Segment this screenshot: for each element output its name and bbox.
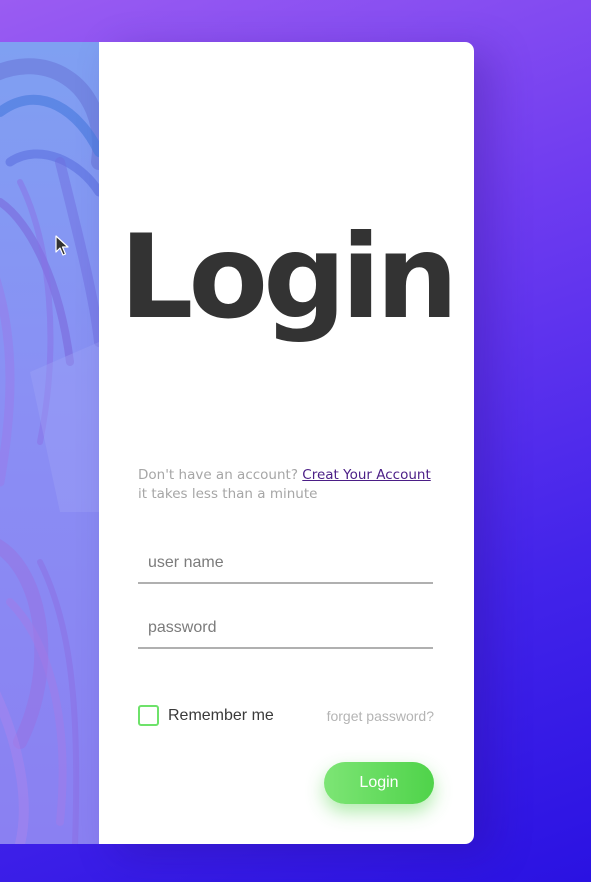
login-card: Login Don't have an account? Creat Your … — [99, 42, 474, 844]
signup-suffix: it takes less than a minute — [138, 486, 318, 502]
create-account-link[interactable]: Creat Your Account — [302, 467, 430, 483]
checkbox-icon[interactable] — [138, 705, 159, 726]
login-button[interactable]: Login — [324, 762, 434, 804]
username-input[interactable] — [138, 544, 433, 582]
page-title: Login — [119, 210, 459, 345]
username-field — [138, 544, 433, 584]
signup-prefix: Don't have an account? — [138, 467, 298, 483]
password-field — [138, 609, 433, 649]
remember-me-label: Remember me — [168, 706, 274, 724]
side-image — [0, 42, 99, 844]
mouse-pointer-icon — [55, 235, 69, 256]
signup-prompt: Don't have an account? Creat Your Accoun… — [138, 466, 438, 504]
password-input[interactable] — [138, 609, 433, 647]
remember-me[interactable]: Remember me — [138, 705, 274, 726]
forgot-password-link[interactable]: forget password? — [327, 708, 434, 724]
